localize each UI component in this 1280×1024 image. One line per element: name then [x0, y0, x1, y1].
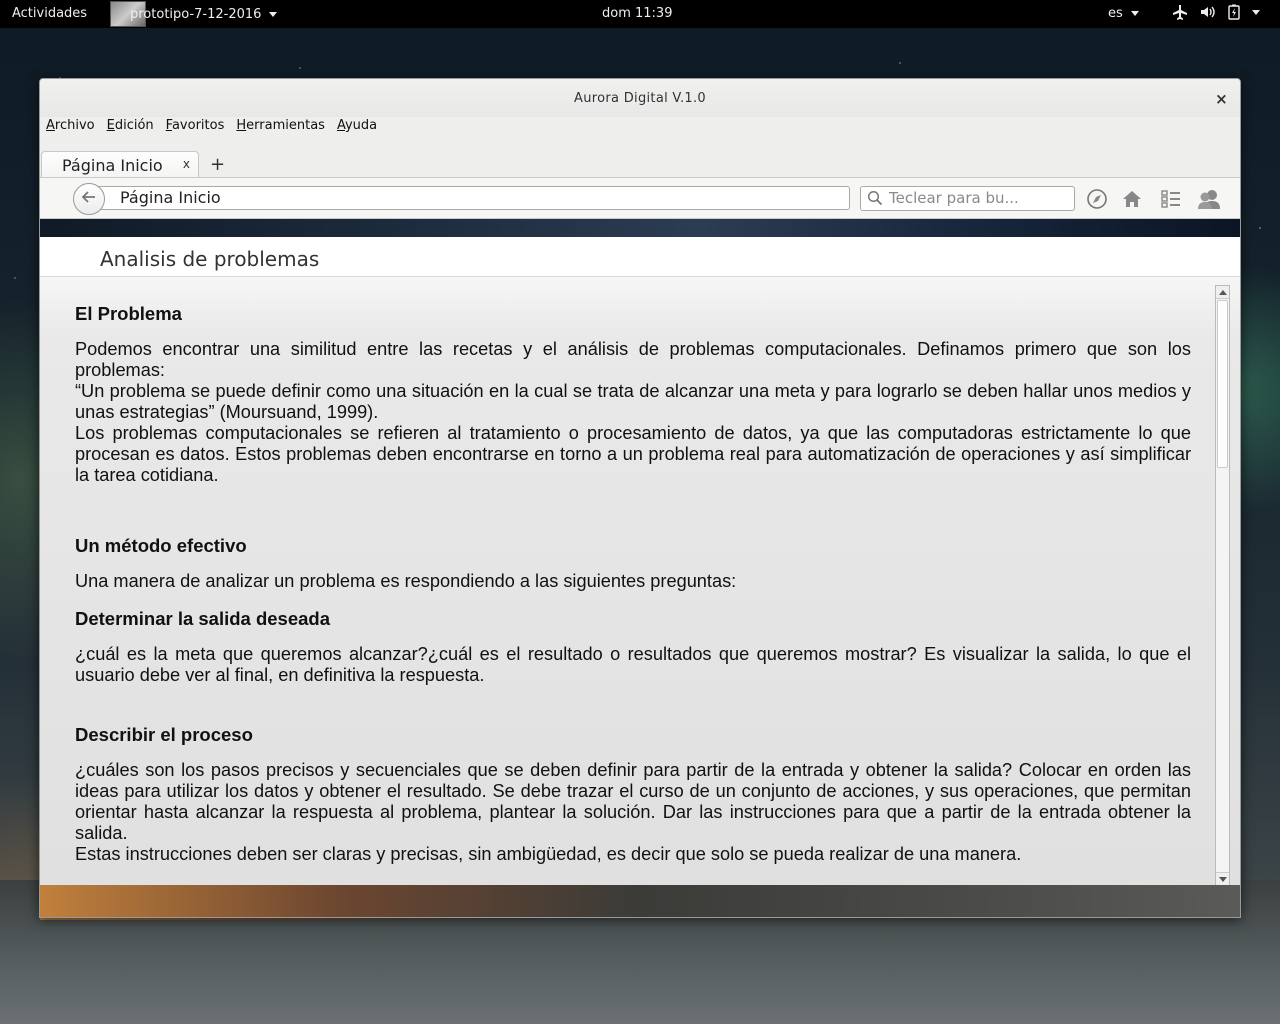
paragraph: Los problemas computacionales se refiere… — [75, 423, 1191, 485]
title-bar[interactable]: Aurora Digital V.1.0 × — [40, 79, 1240, 117]
chevron-down-icon — [269, 11, 278, 17]
home-icon[interactable] — [1121, 188, 1143, 210]
top-bar: Actividades prototipo-7-12-2016 dom 11:3… — [0, 0, 1280, 28]
search-icon — [867, 190, 883, 206]
tab-close-button[interactable]: x — [183, 157, 190, 171]
paragraph: Una manera de analizar un problema es re… — [75, 571, 737, 591]
menu-archivo[interactable]: Archivo — [46, 117, 95, 141]
menu-bar: Archivo Edición Favoritos Herramientas A… — [40, 117, 1240, 141]
search-input[interactable]: Teclear para bu... — [860, 186, 1075, 211]
users-icon[interactable] — [1197, 188, 1220, 210]
menu-favoritos[interactable]: Favoritos — [166, 117, 225, 141]
menu-herramientas-mnemonic: H — [236, 118, 247, 133]
back-button[interactable] — [73, 183, 105, 215]
activities-button[interactable]: Actividades — [12, 6, 87, 21]
menu-ayuda-mnemonic: A — [336, 118, 345, 133]
chevron-down-icon — [1252, 4, 1260, 24]
menu-edicion-mnemonic: E — [106, 118, 115, 133]
article: El Problema Podemos encontrar una simili… — [75, 303, 1191, 865]
chevron-down-icon — [1218, 876, 1227, 882]
page-title: Analisis de problemas — [40, 237, 1240, 277]
menu-archivo-mnemonic: A — [46, 118, 55, 133]
paragraph: “Un problema se puede definir como una s… — [75, 381, 1191, 422]
compass-icon[interactable] — [1086, 188, 1108, 210]
header-banner — [40, 219, 1240, 237]
tab-strip: Página Inicio x + — [40, 141, 1240, 179]
tab-pagina-inicio[interactable]: Página Inicio x — [41, 151, 199, 179]
language-selector[interactable]: es — [1108, 6, 1139, 21]
scroll-up-button[interactable] — [1216, 286, 1229, 299]
battery-icon — [1228, 4, 1240, 24]
app-window: Aurora Digital V.1.0 × Archivo Edición F… — [39, 78, 1241, 918]
list-icon[interactable] — [1160, 188, 1182, 210]
volume-icon — [1200, 4, 1216, 24]
app-menu-button[interactable]: prototipo-7-12-2016 — [110, 0, 278, 28]
menu-herramientas[interactable]: Herramientas — [236, 117, 325, 141]
back-arrow-icon — [80, 188, 98, 211]
scrollbar-thumb[interactable] — [1217, 300, 1228, 468]
scroll-down-button[interactable] — [1216, 872, 1229, 885]
tab-label: Página Inicio — [62, 156, 163, 175]
chevron-down-icon — [1130, 11, 1139, 16]
system-status-menu[interactable] — [1172, 4, 1260, 24]
search-placeholder: Teclear para bu... — [889, 189, 1019, 207]
menu-favoritos-label: avoritos — [171, 118, 225, 133]
new-tab-button[interactable]: + — [210, 154, 225, 175]
vertical-scrollbar[interactable] — [1215, 285, 1230, 885]
navigation-bar: Página Inicio Teclear para bu... — [40, 177, 1240, 219]
section-heading: El Problema — [75, 303, 182, 324]
paragraph: Podemos encontrar una similitud entre la… — [75, 339, 1191, 380]
content-area: El Problema Podemos encontrar una simili… — [40, 277, 1240, 885]
section-heading: Un método efectivo — [75, 535, 247, 556]
close-window-button[interactable]: × — [1215, 79, 1228, 119]
menu-archivo-label: rchivo — [54, 118, 95, 133]
url-field[interactable]: Página Inicio — [94, 186, 850, 210]
menu-ayuda-label: yuda — [344, 118, 378, 133]
paragraph: ¿cuáles son los pasos precisos y secuenc… — [75, 760, 1191, 843]
menu-edicion[interactable]: Edición — [107, 117, 154, 141]
footer-banner — [40, 885, 1240, 917]
chevron-up-icon — [1218, 289, 1227, 295]
section-heading: Describir el proceso — [75, 724, 253, 745]
window-title: Aurora Digital V.1.0 — [574, 91, 706, 106]
app-menu-label: prototipo-7-12-2016 — [130, 6, 262, 22]
clock-button[interactable]: dom 11:39 — [602, 6, 672, 21]
paragraph: Estas instrucciones deben ser claras y p… — [75, 844, 1022, 864]
menu-ayuda[interactable]: Ayuda — [337, 117, 377, 141]
section-heading: Determinar la salida deseada — [75, 608, 331, 629]
menu-herramientas-label: erramientas — [246, 118, 325, 133]
menu-edicion-label: dición — [114, 118, 154, 133]
language-label: es — [1108, 6, 1123, 21]
airplane-icon — [1172, 4, 1188, 24]
paragraph: ¿cuál es la meta que queremos alcanzar?¿… — [75, 644, 1191, 685]
